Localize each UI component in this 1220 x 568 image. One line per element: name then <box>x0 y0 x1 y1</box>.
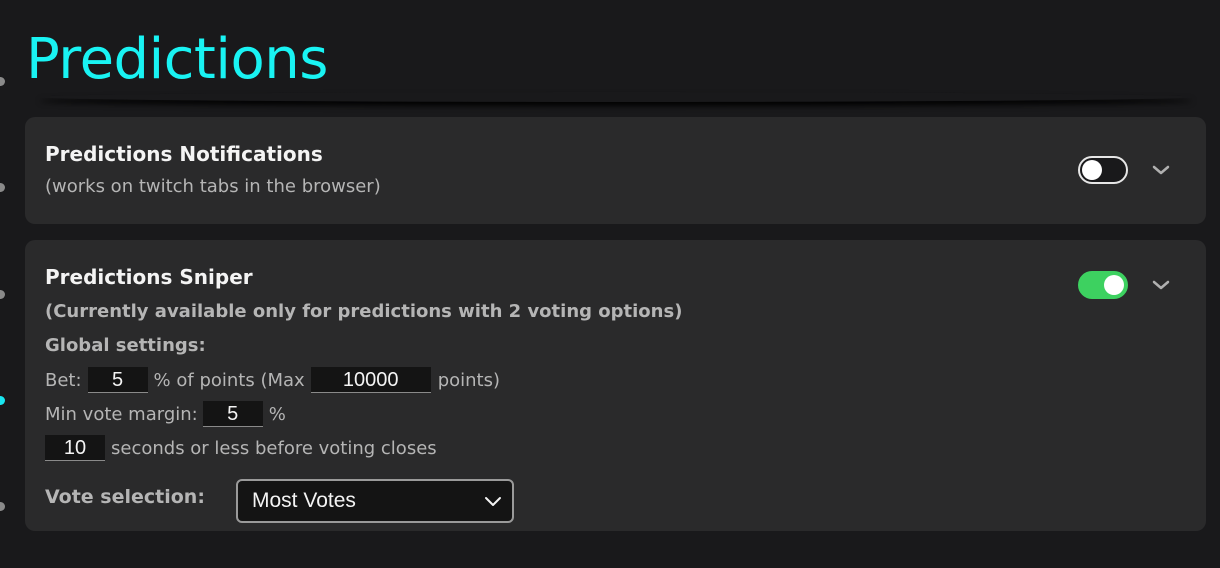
min-vote-margin-label: Min vote margin: <box>45 403 198 425</box>
title-divider <box>40 92 1192 102</box>
nav-dot-2[interactable] <box>0 183 5 192</box>
notifications-toggle[interactable] <box>1078 156 1128 184</box>
min-vote-margin-row: Min vote margin: 5 % <box>45 400 286 428</box>
vote-selection-select[interactable]: Most Votes <box>236 479 514 523</box>
sniper-card: Predictions Sniper (Currently available … <box>25 240 1206 531</box>
sniper-note: (Currently available only for prediction… <box>45 301 683 322</box>
nav-dot-1[interactable] <box>0 77 5 86</box>
notifications-subtitle: (works on twitch tabs in the browser) <box>45 176 381 197</box>
global-settings-label: Global settings: <box>45 335 206 356</box>
vote-selection-value: Most Votes <box>252 489 356 512</box>
nav-dot-5[interactable] <box>0 502 5 511</box>
chevron-down-icon[interactable] <box>1149 158 1173 182</box>
bet-percent-input[interactable]: 5 <box>87 367 148 393</box>
bet-row: Bet: 5 % of points (Max 10000 points) <box>45 366 500 394</box>
page-title: Predictions <box>26 27 328 92</box>
vote-selection-label: Vote selection: <box>45 486 205 508</box>
seconds-row: 10 seconds or less before voting closes <box>45 434 437 462</box>
notifications-title: Predictions Notifications <box>45 142 323 166</box>
sniper-toggle[interactable] <box>1078 271 1128 299</box>
nav-dot-3[interactable] <box>0 290 5 299</box>
nav-dot-4-active[interactable] <box>0 396 5 405</box>
chevron-down-icon <box>485 497 501 506</box>
bet-max-suffix: points) <box>437 369 500 391</box>
sniper-title: Predictions Sniper <box>45 265 253 289</box>
bet-label: Bet: <box>45 369 82 391</box>
notifications-card: Predictions Notifications (works on twit… <box>25 117 1206 224</box>
chevron-down-icon[interactable] <box>1149 273 1173 297</box>
vote-selection-row: Vote selection: Most Votes <box>45 479 514 523</box>
min-vote-margin-input[interactable]: 5 <box>202 401 263 427</box>
min-vote-margin-suffix: % <box>268 403 286 425</box>
seconds-suffix: seconds or less before voting closes <box>111 437 437 459</box>
bet-percent-suffix: % of points (Max <box>153 369 305 391</box>
toggle-knob <box>1082 160 1102 180</box>
bet-max-input[interactable]: 10000 <box>310 367 431 393</box>
toggle-knob <box>1104 275 1124 295</box>
seconds-input[interactable]: 10 <box>45 435 105 461</box>
